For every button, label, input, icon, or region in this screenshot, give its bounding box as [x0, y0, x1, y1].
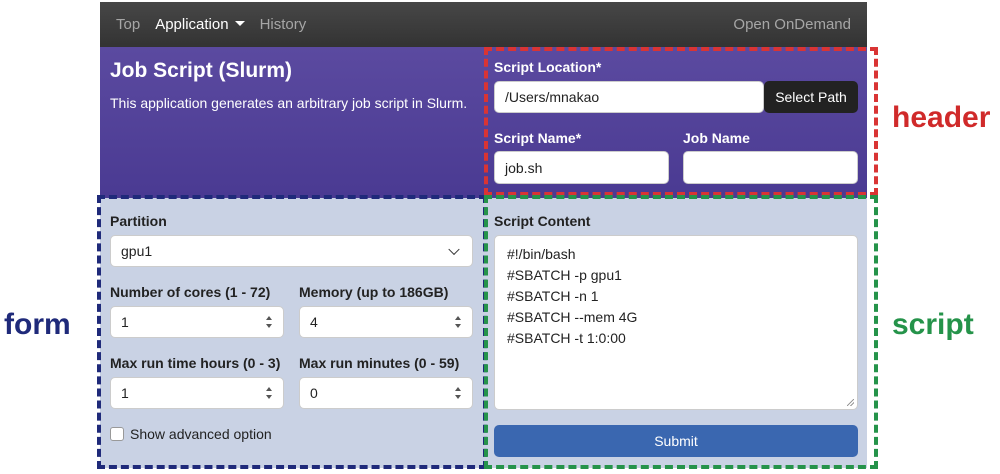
cores-value: 1 [121, 314, 129, 330]
stepper-arrows-icon[interactable] [454, 316, 462, 328]
script-line: #SBATCH -n 1 [507, 288, 599, 304]
nav-history[interactable]: History [260, 16, 307, 33]
select-path-button[interactable]: Select Path [764, 81, 858, 113]
submit-button[interactable]: Submit [494, 425, 858, 457]
page-title: Job Script (Slurm) [110, 59, 293, 82]
cores-label: Number of cores (1 - 72) [110, 284, 271, 300]
script-name-label: Script Name* [494, 130, 582, 146]
caret-down-icon [234, 20, 245, 26]
job-name-label: Job Name [683, 130, 750, 146]
job-name-input[interactable] [683, 151, 858, 184]
navbar: Top Application History Open OnDemand [100, 2, 867, 47]
script-location-input[interactable]: /Users/mnakao [494, 81, 764, 113]
chevron-down-icon [448, 243, 460, 256]
minutes-stepper[interactable]: 0 [299, 377, 473, 409]
app-header: Job Script (Slurm) This application gene… [100, 47, 867, 198]
stepper-arrows-icon[interactable] [454, 387, 462, 399]
partition-value: gpu1 [121, 243, 153, 259]
advanced-label: Show advanced option [130, 426, 272, 442]
script-region-label: script [892, 308, 974, 341]
nav-application[interactable]: Application [155, 16, 245, 33]
header-region-label: header [892, 101, 991, 134]
partition-select[interactable]: gpu1 [110, 235, 473, 267]
hours-stepper[interactable]: 1 [110, 377, 284, 409]
script-line: #SBATCH -p gpu1 [507, 267, 622, 283]
form-region-label: form [4, 308, 71, 341]
advanced-checkbox[interactable] [110, 427, 124, 441]
script-location-label: Script Location* [494, 59, 602, 75]
cores-stepper[interactable]: 1 [110, 306, 284, 338]
script-content-textarea[interactable]: #!/bin/bash #SBATCH -p gpu1 #SBATCH -n 1… [494, 235, 858, 410]
script-name-input[interactable]: job.sh [494, 151, 669, 184]
nav-top[interactable]: Top [116, 16, 140, 33]
minutes-label: Max run minutes (0 - 59) [299, 355, 460, 371]
page-description: This application generates an arbitrary … [110, 95, 468, 111]
resize-handle-icon[interactable] [847, 399, 854, 406]
memory-stepper[interactable]: 4 [299, 306, 473, 338]
minutes-value: 0 [310, 385, 318, 401]
script-line: #SBATCH -t 1:0:00 [507, 330, 626, 346]
memory-value: 4 [310, 314, 318, 330]
script-line: #!/bin/bash [507, 246, 576, 262]
nav-brand[interactable]: Open OnDemand [733, 16, 851, 33]
script-content-label: Script Content [494, 213, 591, 229]
nav-application-label: Application [155, 16, 229, 33]
memory-label: Memory (up to 186GB) [299, 284, 449, 300]
hours-label: Max run time hours (0 - 3) [110, 355, 281, 371]
script-line: #SBATCH --mem 4G [507, 309, 638, 325]
stepper-arrows-icon[interactable] [265, 387, 273, 399]
hours-value: 1 [121, 385, 129, 401]
stepper-arrows-icon[interactable] [265, 316, 273, 328]
app-window: Top Application History Open OnDemand Jo… [100, 2, 867, 468]
partition-label: Partition [110, 213, 167, 229]
